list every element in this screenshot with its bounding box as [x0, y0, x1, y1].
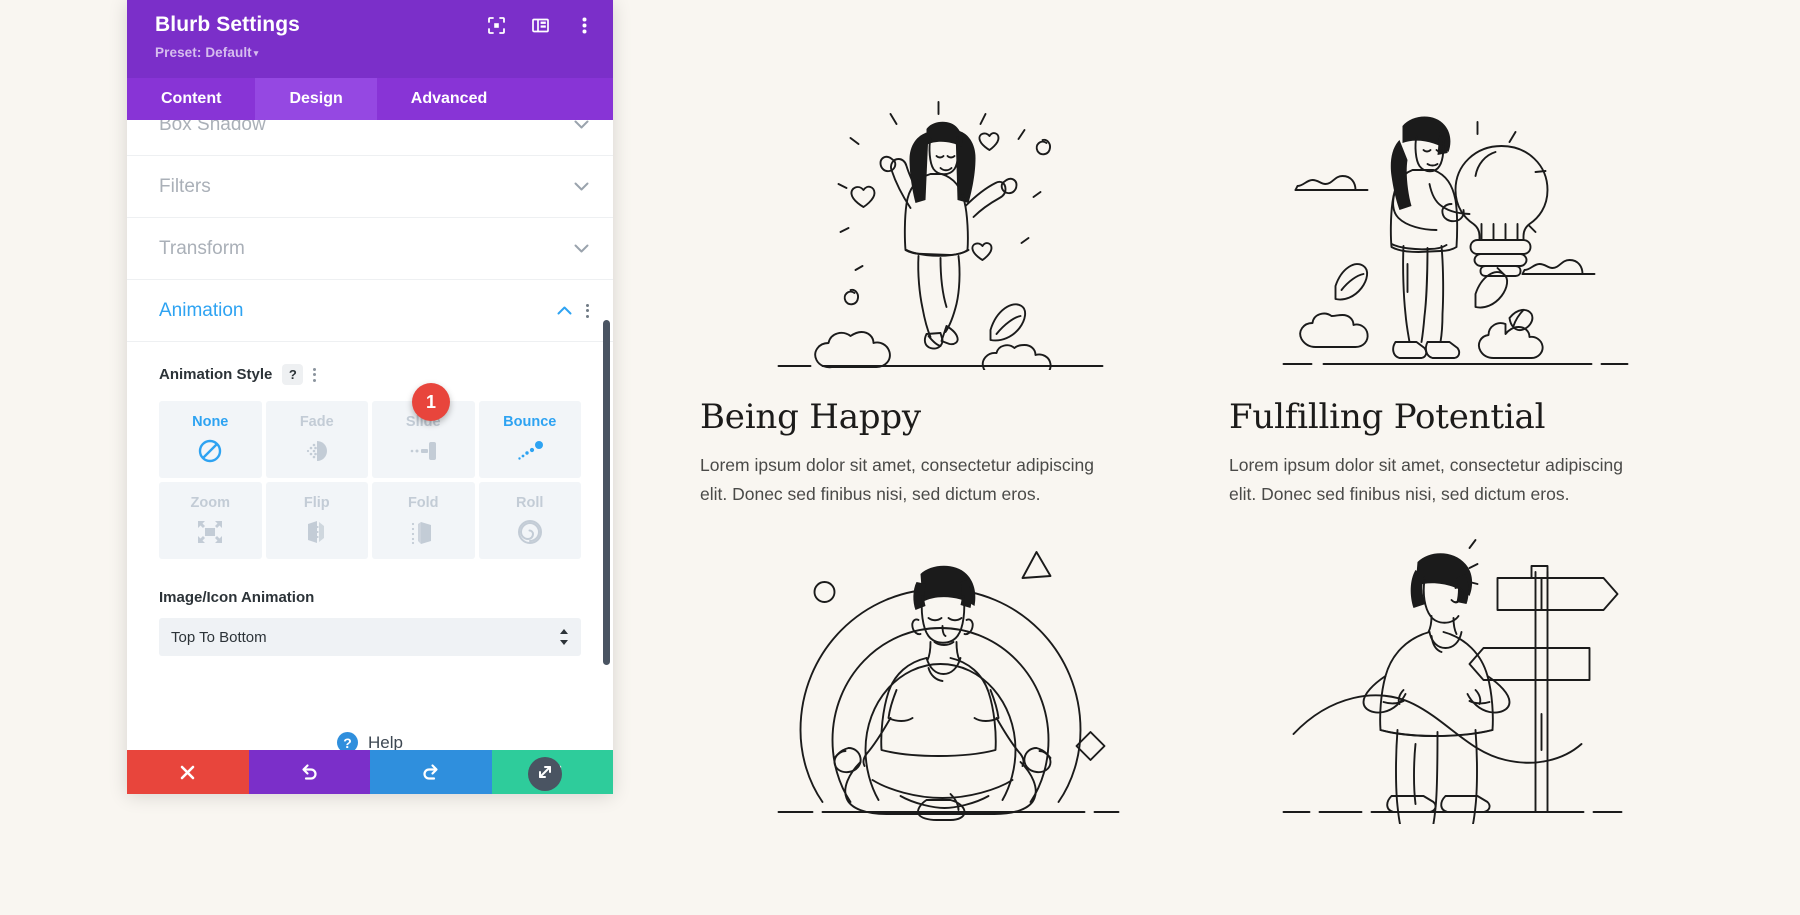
- section-more-options-icon[interactable]: [586, 303, 589, 318]
- more-options-icon[interactable]: [573, 14, 595, 36]
- animation-settings-panel: Animation Style ? None Fade Slide Bounce…: [127, 342, 613, 750]
- blurb-module-direction[interactable]: [1229, 534, 1710, 866]
- undo-icon: [299, 762, 319, 782]
- blurb-body: Lorem ipsum dolor sit amet, consectetur …: [700, 455, 1094, 505]
- section-label: Animation: [159, 299, 244, 321]
- preset-selector[interactable]: Preset: Default ▾: [155, 45, 591, 60]
- tab-content[interactable]: Content: [127, 78, 255, 120]
- animation-style-field-header: Animation Style ?: [159, 364, 581, 385]
- animation-option-zoom[interactable]: Zoom: [159, 482, 262, 559]
- option-label: None: [192, 414, 229, 430]
- section-label: Filters: [159, 175, 211, 197]
- select-value: Top To Bottom: [171, 628, 267, 646]
- option-label: Fade: [299, 414, 334, 430]
- option-label: Flip: [303, 495, 330, 511]
- blurb-title: Fulfilling Potential: [1229, 397, 1546, 437]
- section-transform[interactable]: Transform: [127, 218, 613, 280]
- tab-design[interactable]: Design: [255, 78, 377, 120]
- zoom-icon: [196, 518, 224, 546]
- image-icon-animation-select[interactable]: Top To Bottom: [159, 618, 581, 656]
- field-more-options-icon[interactable]: [313, 367, 317, 382]
- animation-option-flip[interactable]: Flip: [265, 482, 368, 559]
- option-label: Fold: [407, 495, 439, 511]
- spinner-arrows-icon: [559, 629, 569, 645]
- help-question-icon[interactable]: ?: [282, 364, 304, 385]
- none-icon: [197, 437, 223, 465]
- option-label: Zoom: [190, 495, 230, 511]
- cancel-button[interactable]: [127, 750, 249, 794]
- undo-button[interactable]: [248, 750, 370, 794]
- header-icon-group: [485, 14, 595, 36]
- image-icon-animation-field: Image/Icon Animation Top To Bottom: [159, 589, 581, 656]
- image-icon-animation-label: Image/Icon Animation: [159, 589, 315, 606]
- slide-icon: [408, 437, 438, 465]
- blurb-settings-modal: Blurb Settings Preset: Default ▾ Content…: [127, 0, 613, 794]
- section-box-shadow[interactable]: Box Shadow: [127, 120, 613, 156]
- option-label: Bounce: [503, 414, 557, 430]
- roll-icon: [517, 518, 543, 546]
- help-link[interactable]: ? Help: [159, 732, 581, 750]
- animation-option-bounce[interactable]: Bounce: [478, 401, 581, 478]
- fade-icon: [303, 437, 331, 465]
- animation-option-none[interactable]: None: [159, 401, 262, 478]
- tab-advanced[interactable]: Advanced: [377, 78, 521, 120]
- modal-tabs: Content Design Advanced: [127, 78, 613, 120]
- blurb-module-fulfilling-potential[interactable]: Fulfilling Potential Lorem ipsum dolor s…: [1229, 80, 1710, 510]
- help-circle-icon: ?: [337, 732, 359, 750]
- layout-panel-icon[interactable]: [529, 14, 551, 36]
- section-controls: [557, 303, 589, 319]
- bounce-icon: [515, 437, 545, 465]
- fold-icon: [409, 518, 437, 546]
- blurb-title: Being Happy: [700, 397, 921, 437]
- vertical-scrollbar[interactable]: [603, 320, 610, 665]
- settings-scroll-area: Box Shadow Filters Transform Animation A…: [127, 120, 613, 750]
- modal-header: Blurb Settings Preset: Default ▾: [127, 0, 613, 78]
- animation-style-label: Animation Style: [159, 366, 273, 383]
- animation-option-roll[interactable]: Roll: [478, 482, 581, 559]
- section-filters[interactable]: Filters: [127, 156, 613, 218]
- woman-celebrating-with-hearts-icon: [700, 80, 1181, 370]
- man-facing-signpost-icon: [1229, 534, 1710, 824]
- chevron-down-icon: ▾: [253, 48, 259, 59]
- blurb-module-meditation[interactable]: [700, 534, 1181, 866]
- animation-style-grid: None Fade Slide Bounce Zoom Flip Fold Ro…: [159, 383, 581, 559]
- annotation-badge-1: 1: [412, 383, 450, 421]
- section-label: Box Shadow: [159, 120, 266, 135]
- option-label: Roll: [516, 495, 544, 511]
- preset-label: Preset: Default: [155, 45, 252, 61]
- woman-holding-lightbulb-icon: [1229, 80, 1710, 370]
- help-label: Help: [368, 732, 403, 751]
- focus-target-icon[interactable]: [485, 14, 507, 36]
- animation-option-fade[interactable]: Fade: [265, 401, 368, 478]
- section-animation[interactable]: Animation: [127, 280, 613, 342]
- chevron-up-icon[interactable]: [557, 303, 572, 319]
- blurb-module-being-happy[interactable]: Being Happy Lorem ipsum dolor sit amet, …: [700, 80, 1181, 510]
- animation-option-fold[interactable]: Fold: [372, 482, 475, 559]
- redo-button[interactable]: [370, 750, 492, 794]
- flip-icon: [304, 518, 330, 546]
- section-label: Transform: [159, 237, 245, 259]
- close-icon: [179, 764, 196, 781]
- chevron-down-icon: [574, 241, 589, 257]
- modal-body: Box Shadow Filters Transform Animation A…: [127, 120, 613, 750]
- modal-resize-handle[interactable]: [528, 757, 562, 791]
- chevron-down-icon: [574, 120, 589, 133]
- man-meditating-lotus-icon: [700, 534, 1181, 824]
- redo-icon: [421, 762, 441, 782]
- resize-arrow-icon: [537, 764, 553, 785]
- blurb-grid: Being Happy Lorem ipsum dolor sit amet, …: [700, 80, 1710, 866]
- blurb-body: Lorem ipsum dolor sit amet, consectetur …: [1229, 455, 1623, 505]
- chevron-down-icon: [574, 179, 589, 195]
